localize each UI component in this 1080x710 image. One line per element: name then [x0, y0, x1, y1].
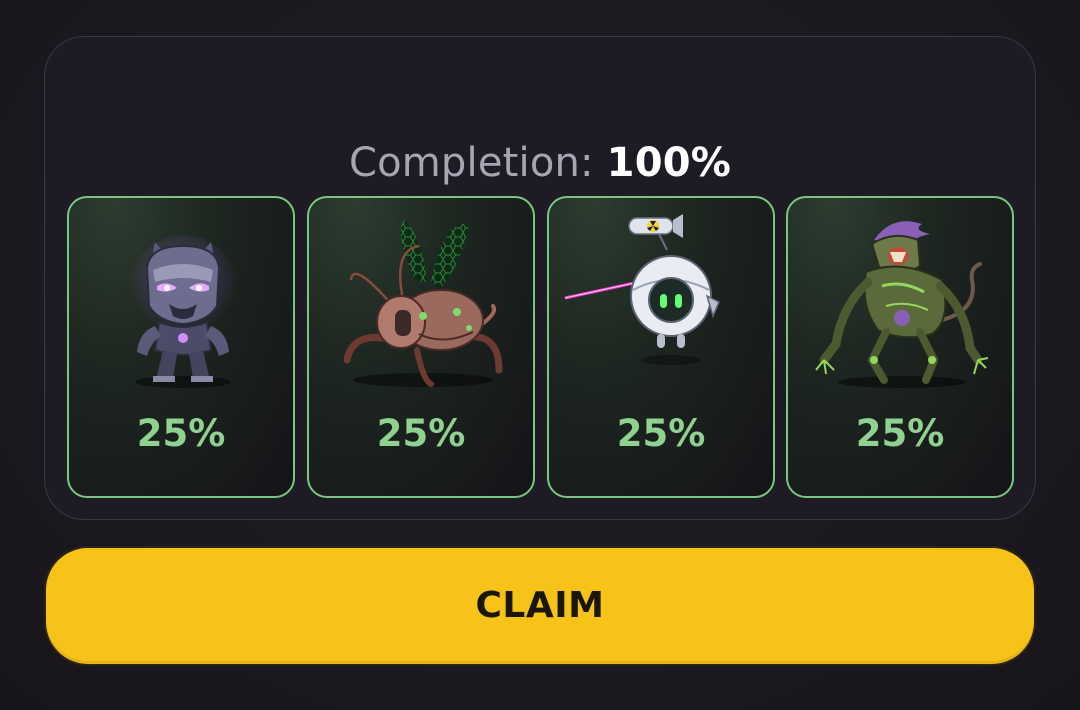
- claim-button[interactable]: CLAIM: [44, 546, 1036, 666]
- reward-percent: 25%: [376, 412, 466, 455]
- reward-card[interactable]: 25%: [547, 196, 775, 498]
- reward-cards: 25% 25% 25% 25%: [67, 196, 1014, 498]
- reward-card[interactable]: 25%: [307, 196, 535, 498]
- mutant-beast-icon: [815, 221, 989, 388]
- reward-percent: 25%: [136, 412, 226, 455]
- completion-value: 100%: [606, 140, 732, 186]
- reward-percent: 25%: [616, 412, 706, 455]
- completion-label: Completion:: [348, 140, 594, 186]
- orb-drone-icon: [564, 214, 720, 365]
- reward-percent: 25%: [855, 412, 945, 455]
- mech-insect-icon: [343, 220, 503, 387]
- reward-card[interactable]: 25%: [786, 196, 1014, 498]
- robot-panther-icon: [128, 235, 238, 388]
- reward-screen: Completion: 100% 25% 25% 25% 25% CLAIM: [0, 0, 1080, 710]
- completion-text: Completion: 100%: [45, 135, 1035, 191]
- reward-card[interactable]: 25%: [67, 196, 295, 498]
